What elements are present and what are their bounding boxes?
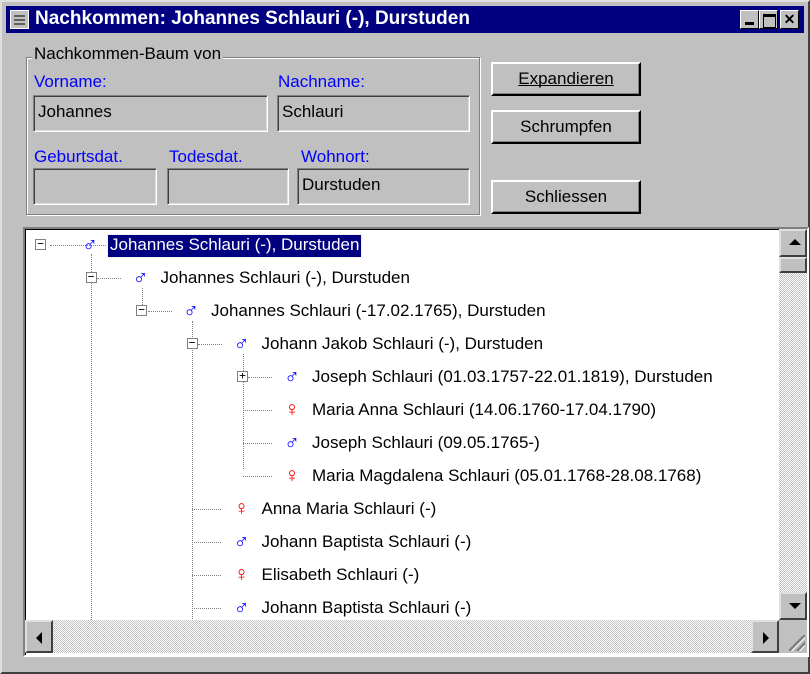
male-icon: ♂ — [183, 299, 199, 322]
female-icon: ♀ — [233, 563, 250, 586]
residence-label: Wohnort: — [301, 147, 370, 166]
tree-node-label[interactable]: Joseph Schlauri (01.03.1757-22.01.1819),… — [310, 367, 715, 389]
birth-date-label: Geburtsdat. — [34, 147, 123, 166]
tree-node-label[interactable]: Johannes Schlauri (-), Durstuden — [106, 234, 363, 258]
tree-node-label[interactable]: Elisabeth Schlauri (-) — [260, 565, 422, 587]
male-icon: ♂ — [233, 332, 250, 355]
residence-field[interactable]: Durstuden — [297, 168, 470, 205]
tree-connector — [243, 476, 272, 477]
tree-connector — [243, 443, 272, 444]
last-name-label: Nachname: — [278, 72, 365, 91]
close-dialog-button[interactable]: Schliessen — [491, 180, 641, 214]
tree-connector — [192, 509, 221, 510]
expand-node-icon[interactable]: + — [237, 370, 248, 382]
collapse-node-icon[interactable]: − — [85, 271, 97, 283]
title-bar[interactable]: Nachkommen: Johannes Schlauri (-), Durst… — [6, 6, 804, 33]
tree-connector — [148, 311, 172, 312]
minimize-button[interactable] — [740, 10, 759, 29]
last-name-field[interactable]: Schlauri — [277, 95, 470, 132]
male-icon: ♂ — [233, 596, 250, 619]
vertical-scrollbar[interactable] — [779, 229, 807, 620]
tree-connector — [91, 254, 92, 620]
scroll-left-button[interactable] — [25, 620, 53, 653]
maximize-button[interactable] — [759, 10, 778, 29]
tree-node-label[interactable]: Maria Magdalena Schlauri (05.01.1768-28.… — [310, 466, 703, 488]
tree-node-label[interactable]: Johann Jakob Schlauri (-), Durstuden — [260, 334, 546, 356]
collapse-node-icon[interactable]: − — [136, 304, 147, 316]
collapse-button-label: Schrumpfen — [520, 117, 612, 136]
first-name-field[interactable]: Johannes — [33, 95, 268, 132]
scroll-right-button[interactable] — [751, 620, 779, 653]
left-arrow-icon — [36, 632, 42, 644]
tree-node-label[interactable]: Maria Anna Schlauri (14.06.1760-17.04.17… — [310, 400, 658, 422]
tree-connector — [243, 410, 272, 411]
tree-connector — [97, 278, 121, 279]
tree-node-label[interactable]: Johannes Schlauri (-17.02.1765), Durstud… — [209, 301, 548, 323]
collapse-node-icon[interactable]: − — [186, 337, 198, 349]
collapse-button[interactable]: Schrumpfen — [491, 110, 641, 144]
collapse-node-icon[interactable]: − — [35, 238, 46, 250]
horizontal-scrollbar[interactable] — [25, 620, 779, 653]
male-icon: ♂ — [284, 365, 300, 388]
scroll-down-button[interactable] — [779, 592, 807, 620]
tree-content[interactable]: − ♂ Johannes Schlauri (-), Durstuden − ♂ Joha… — [25, 229, 779, 620]
close-dialog-button-label: Schliessen — [524, 187, 608, 206]
down-arrow-icon — [789, 603, 801, 609]
female-icon: ♀ — [284, 398, 300, 421]
tree-connector — [192, 542, 221, 543]
right-arrow-icon — [763, 632, 769, 644]
birth-date-field[interactable] — [33, 168, 157, 205]
tree-node-label[interactable]: Johann Baptista Schlauri (-) — [260, 598, 474, 620]
scroll-up-button[interactable] — [779, 229, 807, 257]
up-arrow-icon — [789, 239, 801, 245]
close-button[interactable]: ✕ — [780, 10, 799, 29]
descendant-tree-view[interactable]: − ♂ Johannes Schlauri (-), Durstuden − ♂ Joha… — [23, 227, 809, 657]
tree-connector — [192, 608, 221, 609]
female-icon: ♀ — [233, 497, 250, 520]
male-icon: ♂ — [284, 431, 300, 454]
expand-button[interactable]: Expandieren — [491, 62, 641, 96]
tree-node-label[interactable]: Johann Baptista Schlauri (-) — [260, 532, 474, 554]
window-title: Nachkommen: Johannes Schlauri (-), Durst… — [35, 8, 470, 29]
tree-connector — [248, 377, 272, 378]
male-icon: ♂ — [82, 233, 98, 256]
expand-button-label: Expandieren — [518, 69, 614, 88]
death-date-field[interactable] — [167, 168, 289, 205]
death-date-label: Todesdat. — [169, 147, 243, 166]
size-grip[interactable] — [779, 620, 807, 653]
vertical-scroll-thumb[interactable] — [779, 257, 807, 273]
app-icon[interactable] — [10, 10, 29, 29]
tree-node-label[interactable]: Anna Maria Schlauri (-) — [260, 499, 439, 521]
group-legend: Nachkommen-Baum von — [32, 44, 224, 64]
tree-connector — [192, 575, 221, 576]
male-icon: ♂ — [233, 530, 250, 553]
first-name-label: Vorname: — [34, 72, 107, 91]
tree-node-label[interactable]: Joseph Schlauri (09.05.1765-) — [310, 433, 542, 455]
female-icon: ♀ — [284, 464, 300, 487]
male-icon: ♂ — [132, 266, 149, 289]
tree-node-label[interactable]: Johannes Schlauri (-), Durstuden — [159, 268, 412, 290]
tree-connector — [198, 344, 222, 345]
